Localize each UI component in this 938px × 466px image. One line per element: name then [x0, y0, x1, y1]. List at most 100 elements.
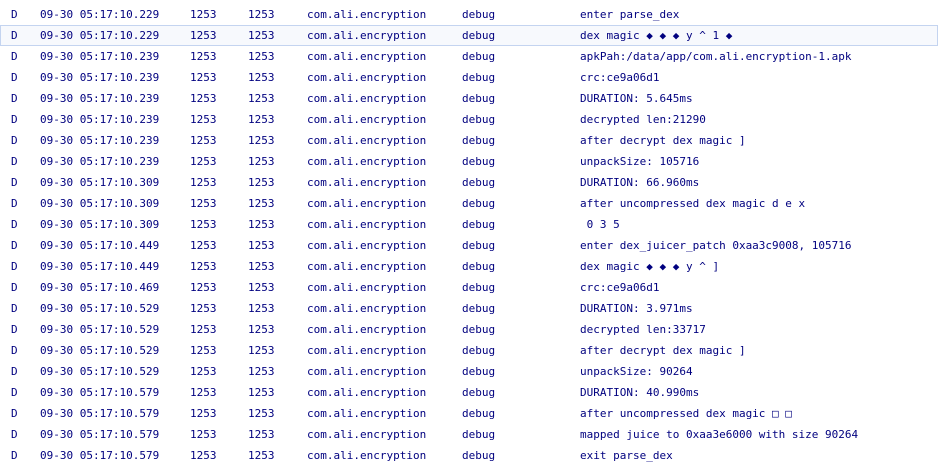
log-level: D: [11, 155, 18, 168]
log-application: com.ali.encryption: [307, 218, 427, 231]
log-application: com.ali.encryption: [307, 134, 427, 147]
log-row[interactable]: D 09-30 05:17:10.529 1253 1253 com.ali.e…: [0, 340, 938, 361]
log-tag: debug: [462, 281, 496, 294]
log-level: D: [11, 302, 18, 315]
log-tag: debug: [462, 344, 496, 357]
log-row[interactable]: D 09-30 05:17:10.239 1253 1253 com.ali.e…: [0, 88, 938, 109]
log-level: D: [11, 218, 18, 231]
log-tag: debug: [462, 449, 496, 462]
log-tag: debug: [462, 176, 496, 189]
log-application: com.ali.encryption: [307, 8, 427, 21]
log-time: 09-30 05:17:10.579: [40, 449, 160, 462]
log-row[interactable]: D 09-30 05:17:10.239 1253 1253 com.ali.e…: [0, 109, 938, 130]
log-tag: debug: [462, 239, 496, 252]
log-row[interactable]: D 09-30 05:17:10.529 1253 1253 com.ali.e…: [0, 319, 938, 340]
log-row[interactable]: D 09-30 05:17:10.449 1253 1253 com.ali.e…: [0, 235, 938, 256]
log-application: com.ali.encryption: [307, 239, 427, 252]
log-time: 09-30 05:17:10.449: [40, 239, 160, 252]
log-application: com.ali.encryption: [307, 29, 427, 42]
log-pid: 1253: [190, 260, 217, 273]
log-row[interactable]: D 09-30 05:17:10.469 1253 1253 com.ali.e…: [0, 277, 938, 298]
log-row[interactable]: D 09-30 05:17:10.229 1253 1253 com.ali.e…: [0, 25, 938, 46]
log-message: after uncompressed dex magic d e x: [580, 197, 806, 210]
log-row[interactable]: D 09-30 05:17:10.239 1253 1253 com.ali.e…: [0, 67, 938, 88]
log-row[interactable]: D 09-30 05:17:10.239 1253 1253 com.ali.e…: [0, 130, 938, 151]
log-row[interactable]: D 09-30 05:17:10.309 1253 1253 com.ali.e…: [0, 214, 938, 235]
log-row[interactable]: D 09-30 05:17:10.309 1253 1253 com.ali.e…: [0, 193, 938, 214]
log-application: com.ali.encryption: [307, 449, 427, 462]
log-pid: 1253: [190, 449, 217, 462]
log-tag: debug: [462, 134, 496, 147]
log-tag: debug: [462, 29, 496, 42]
log-tid: 1253: [248, 92, 275, 105]
log-row[interactable]: D 09-30 05:17:10.579 1253 1253 com.ali.e…: [0, 424, 938, 445]
log-tid: 1253: [248, 386, 275, 399]
log-message: dex magic ◆ ◆ ◆ y ^ ]: [580, 260, 720, 273]
log-level: D: [11, 260, 18, 273]
log-message: after decrypt dex magic ]: [580, 134, 746, 147]
log-row[interactable]: D 09-30 05:17:10.529 1253 1253 com.ali.e…: [0, 361, 938, 382]
log-rows: D 09-30 05:17:10.229 1253 1253 com.ali.e…: [0, 4, 938, 466]
log-message: DURATION: 3.971ms: [580, 302, 693, 315]
log-message: decrypted len:33717: [580, 323, 706, 336]
log-application: com.ali.encryption: [307, 407, 427, 420]
log-time: 09-30 05:17:10.529: [40, 323, 160, 336]
log-time: 09-30 05:17:10.529: [40, 302, 160, 315]
log-pid: 1253: [190, 92, 217, 105]
log-message: apkPah:/data/app/com.ali.encryption-1.ap…: [580, 50, 852, 63]
log-pid: 1253: [190, 176, 217, 189]
log-pid: 1253: [190, 344, 217, 357]
log-row[interactable]: D 09-30 05:17:10.579 1253 1253 com.ali.e…: [0, 382, 938, 403]
log-level: D: [11, 113, 18, 126]
log-level: D: [11, 428, 18, 441]
log-tag: debug: [462, 113, 496, 126]
log-tid: 1253: [248, 281, 275, 294]
log-pid: 1253: [190, 323, 217, 336]
log-row[interactable]: D 09-30 05:17:10.449 1253 1253 com.ali.e…: [0, 256, 938, 277]
log-tid: 1253: [248, 50, 275, 63]
log-time: 09-30 05:17:10.579: [40, 428, 160, 441]
log-tag: debug: [462, 386, 496, 399]
log-row[interactable]: D 09-30 05:17:10.309 1253 1253 com.ali.e…: [0, 172, 938, 193]
log-time: 09-30 05:17:10.239: [40, 71, 160, 84]
log-application: com.ali.encryption: [307, 197, 427, 210]
log-pid: 1253: [190, 155, 217, 168]
log-message: enter dex_juicer_patch 0xaa3c9008, 10571…: [580, 239, 852, 252]
log-message: crc:ce9a06d1: [580, 71, 660, 84]
log-time: 09-30 05:17:10.229: [40, 29, 160, 42]
log-row[interactable]: D 09-30 05:17:10.529 1253 1253 com.ali.e…: [0, 298, 938, 319]
log-application: com.ali.encryption: [307, 302, 427, 315]
log-pid: 1253: [190, 386, 217, 399]
log-time: 09-30 05:17:10.309: [40, 197, 160, 210]
log-row[interactable]: D 09-30 05:17:10.239 1253 1253 com.ali.e…: [0, 151, 938, 172]
log-tid: 1253: [248, 8, 275, 21]
log-tid: 1253: [248, 218, 275, 231]
log-tid: 1253: [248, 365, 275, 378]
log-tag: debug: [462, 407, 496, 420]
log-message: 0 3 5: [580, 218, 620, 231]
log-tid: 1253: [248, 302, 275, 315]
log-level: D: [11, 344, 18, 357]
log-tag: debug: [462, 155, 496, 168]
log-time: 09-30 05:17:10.239: [40, 50, 160, 63]
log-row[interactable]: D 09-30 05:17:10.239 1253 1253 com.ali.e…: [0, 46, 938, 67]
log-row[interactable]: D 09-30 05:17:10.229 1253 1253 com.ali.e…: [0, 4, 938, 25]
log-pid: 1253: [190, 218, 217, 231]
logcat-panel: D 09-30 05:17:10.229 1253 1253 com.ali.e…: [0, 0, 938, 466]
log-time: 09-30 05:17:10.239: [40, 113, 160, 126]
log-pid: 1253: [190, 29, 217, 42]
log-level: D: [11, 50, 18, 63]
log-level: D: [11, 8, 18, 21]
log-message: DURATION: 5.645ms: [580, 92, 693, 105]
log-message: exit parse_dex: [580, 449, 673, 462]
log-pid: 1253: [190, 302, 217, 315]
log-level: D: [11, 386, 18, 399]
log-row[interactable]: D 09-30 05:17:10.579 1253 1253 com.ali.e…: [0, 403, 938, 424]
log-row[interactable]: D 09-30 05:17:10.579 1253 1253 com.ali.e…: [0, 445, 938, 466]
log-tag: debug: [462, 92, 496, 105]
log-message: unpackSize: 105716: [580, 155, 700, 168]
log-application: com.ali.encryption: [307, 155, 427, 168]
log-tid: 1253: [248, 239, 275, 252]
log-application: com.ali.encryption: [307, 260, 427, 273]
log-level: D: [11, 29, 18, 42]
